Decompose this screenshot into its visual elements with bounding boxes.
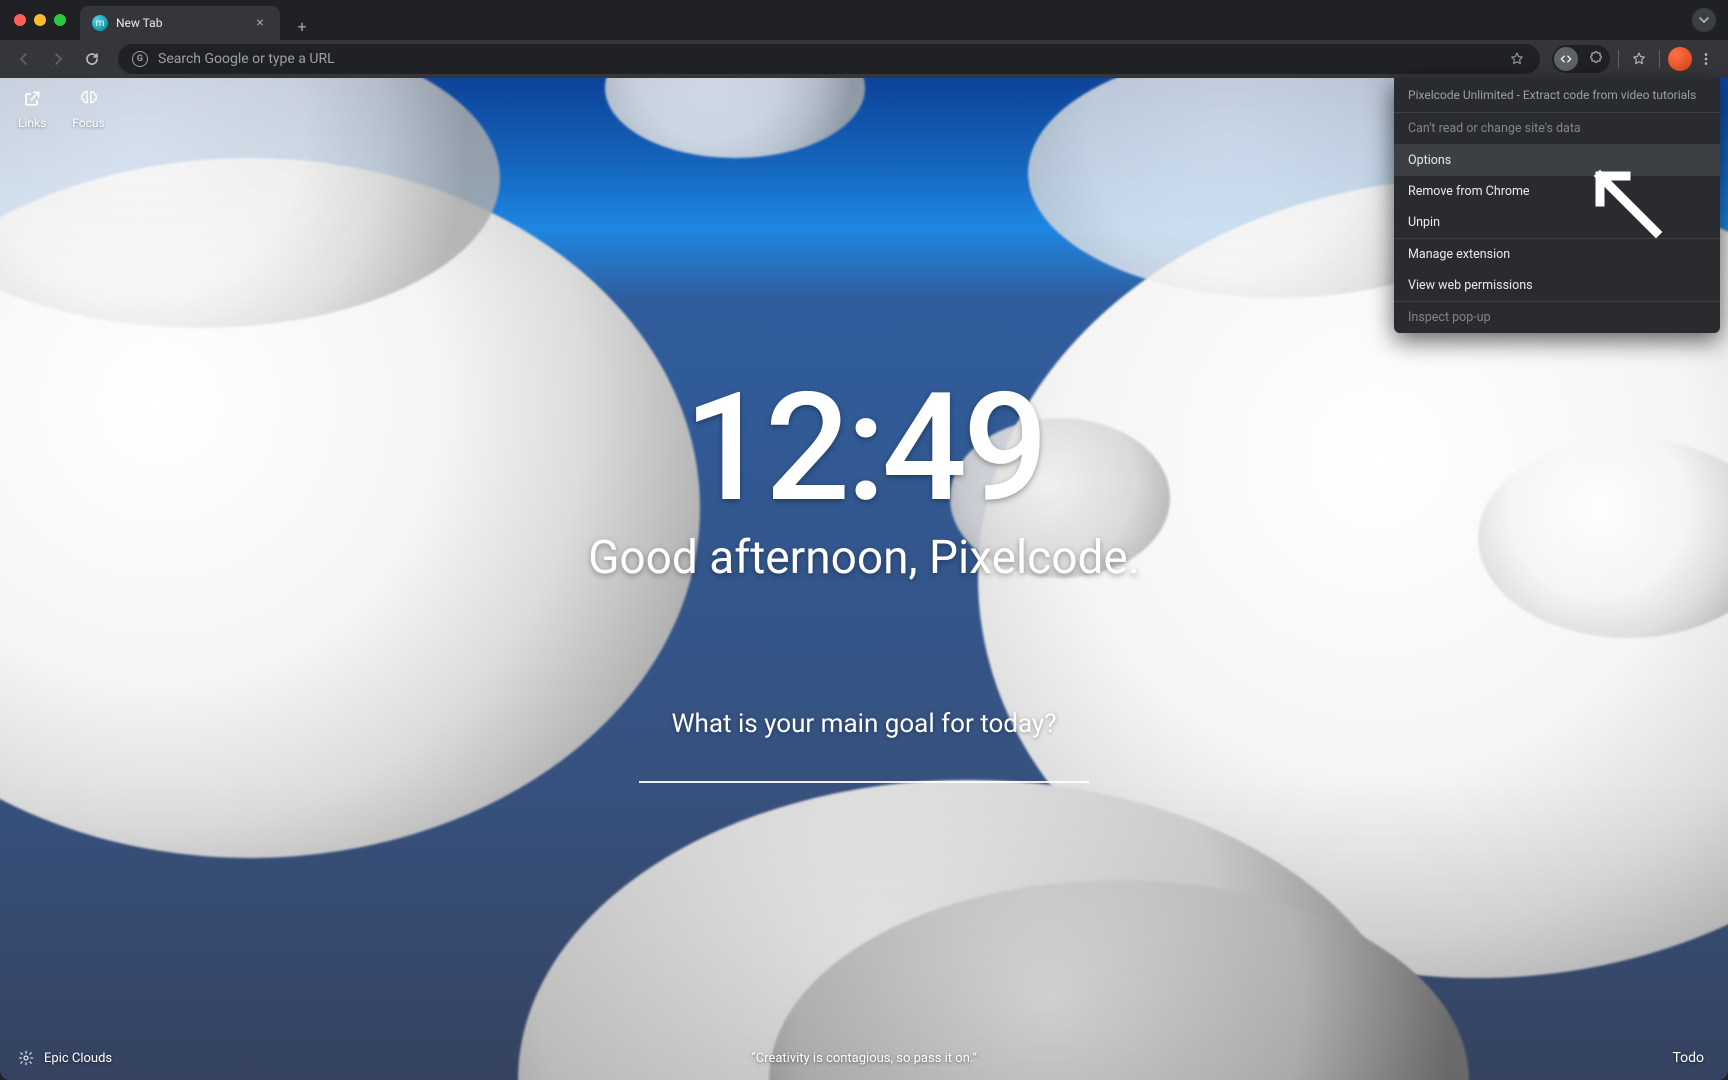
maximize-window-button[interactable] — [54, 14, 66, 26]
minimize-window-button[interactable] — [34, 14, 46, 26]
links-label: Links — [18, 116, 46, 130]
window-controls — [14, 14, 66, 26]
goal-prompt: What is your main goal for today? — [639, 709, 1089, 739]
photo-credit[interactable]: Epic Clouds — [18, 1050, 112, 1066]
omnibox[interactable]: G Search Google or type a URL — [118, 44, 1540, 74]
browser-window: m New Tab × + G Search Google or type a … — [0, 0, 1728, 1080]
bookmark-button[interactable] — [1627, 47, 1651, 71]
todo-link[interactable]: Todo — [1672, 1050, 1704, 1066]
greeting: Good afternoon, Pixelcode. — [588, 531, 1140, 585]
tab-search-button[interactable] — [1692, 8, 1716, 32]
menu-item-options[interactable]: Options — [1394, 145, 1720, 176]
browser-tab[interactable]: m New Tab × — [80, 6, 280, 40]
titlebar: m New Tab × + — [0, 0, 1728, 40]
omnibox-placeholder: Search Google or type a URL — [158, 51, 335, 67]
tab-title: New Tab — [116, 16, 162, 30]
bookmark-star-icon[interactable] — [1508, 50, 1526, 68]
links-tool[interactable]: Links — [18, 88, 46, 130]
clock: 12:49 — [588, 373, 1140, 523]
toolbar-divider — [1618, 50, 1619, 68]
todo-label: Todo — [1672, 1050, 1704, 1066]
close-window-button[interactable] — [14, 14, 26, 26]
menu-item-unpin[interactable]: Unpin — [1394, 207, 1720, 238]
brain-icon — [78, 88, 100, 110]
menu-item-remove[interactable]: Remove from Chrome — [1394, 176, 1720, 207]
forward-button[interactable] — [44, 45, 72, 73]
profile-avatar[interactable] — [1668, 47, 1692, 71]
reload-button[interactable] — [78, 45, 106, 73]
toolbar-divider — [1659, 50, 1660, 68]
top-left-tools: Links Focus — [18, 88, 105, 130]
search-engine-icon: G — [132, 51, 148, 67]
focus-tool[interactable]: Focus — [72, 88, 104, 130]
menu-item-manage[interactable]: Manage extension — [1394, 239, 1720, 270]
context-menu-title: Pixelcode Unlimited - Extract code from … — [1394, 78, 1720, 112]
gear-icon — [18, 1050, 34, 1066]
close-tab-icon[interactable]: × — [252, 15, 268, 31]
chrome-menu-button[interactable] — [1694, 47, 1718, 71]
center-widget: 12:49 Good afternoon, Pixelcode. — [588, 373, 1140, 585]
extension-context-menu: Pixelcode Unlimited - Extract code from … — [1394, 78, 1720, 333]
extensions-puzzle-icon[interactable] — [1584, 47, 1608, 71]
pixelcode-extension-icon[interactable] — [1554, 47, 1578, 71]
back-button[interactable] — [10, 45, 38, 73]
photo-credit-label: Epic Clouds — [44, 1051, 112, 1066]
menu-item-site-access: Can't read or change site's data — [1394, 113, 1720, 144]
goal-input-underline[interactable] — [639, 781, 1089, 783]
new-tab-button[interactable]: + — [288, 12, 316, 40]
menu-item-inspect: Inspect pop-up — [1394, 302, 1720, 333]
goal-widget: What is your main goal for today? — [639, 709, 1089, 783]
menu-item-view-perms[interactable]: View web permissions — [1394, 270, 1720, 301]
extensions-area — [1552, 45, 1718, 73]
tab-favicon: m — [92, 15, 108, 31]
external-link-icon — [21, 88, 43, 110]
pinned-extension-pill — [1552, 45, 1610, 73]
focus-label: Focus — [72, 116, 104, 130]
tab-strip: m New Tab × + — [80, 0, 1714, 40]
quote: “Creativity is contagious, so pass it on… — [751, 1051, 977, 1066]
toolbar: G Search Google or type a URL — [0, 40, 1728, 78]
